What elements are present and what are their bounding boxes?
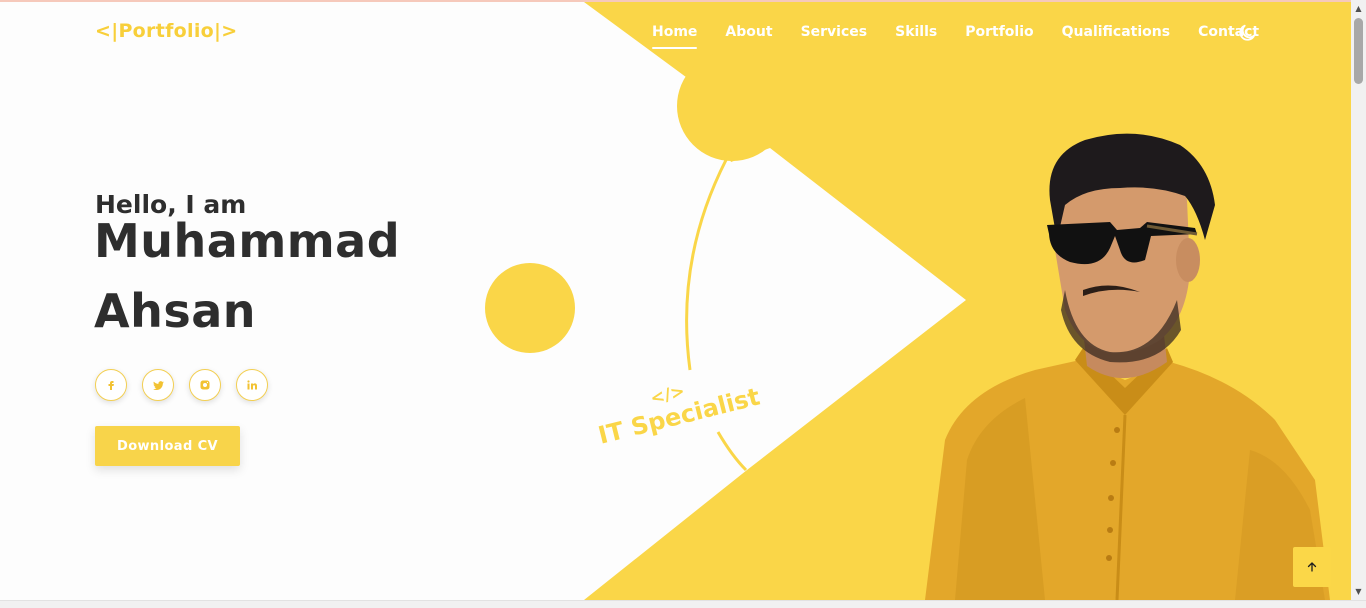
nav-skills[interactable]: Skills (895, 24, 937, 46)
scroll-to-top-button[interactable] (1293, 547, 1331, 587)
vertical-scrollbar[interactable]: ▲ ▼ (1351, 0, 1366, 600)
scroll-down-arrow-icon[interactable]: ▼ (1351, 585, 1366, 599)
linkedin-icon[interactable] (236, 369, 268, 401)
scrollbar-thumb[interactable] (1354, 18, 1363, 84)
nav-services[interactable]: Services (801, 24, 868, 46)
name-first: Muhammad (94, 214, 401, 268)
scroll-up-arrow-icon[interactable]: ▲ (1351, 2, 1366, 16)
twitter-icon[interactable] (142, 369, 174, 401)
logo[interactable]: <|Portfolio|> (95, 20, 237, 42)
instagram-icon[interactable] (189, 369, 221, 401)
nav-home[interactable]: Home (652, 24, 698, 49)
name-last: Ahsan (94, 284, 257, 338)
arrow-up-icon (1307, 562, 1317, 572)
download-cv-button[interactable]: Download CV (95, 426, 240, 466)
moon-icon[interactable] (1236, 22, 1258, 44)
nav-qualifications[interactable]: Qualifications (1062, 24, 1170, 46)
decorative-arc-upper (685, 159, 728, 371)
social-links (95, 369, 268, 401)
yellow-circle-top (677, 51, 787, 161)
yellow-circle-left (485, 263, 575, 353)
facebook-icon[interactable] (95, 369, 127, 401)
profile-photo (925, 133, 1330, 600)
role-badge: </> IT Specialist (595, 381, 762, 449)
decorative-arc-lower (716, 431, 748, 472)
nav-portfolio[interactable]: Portfolio (965, 24, 1033, 46)
horizontal-scrollbar[interactable] (0, 600, 1366, 608)
main-nav: Home About Services Skills Portfolio Qua… (652, 24, 1259, 49)
nav-about[interactable]: About (725, 24, 772, 46)
